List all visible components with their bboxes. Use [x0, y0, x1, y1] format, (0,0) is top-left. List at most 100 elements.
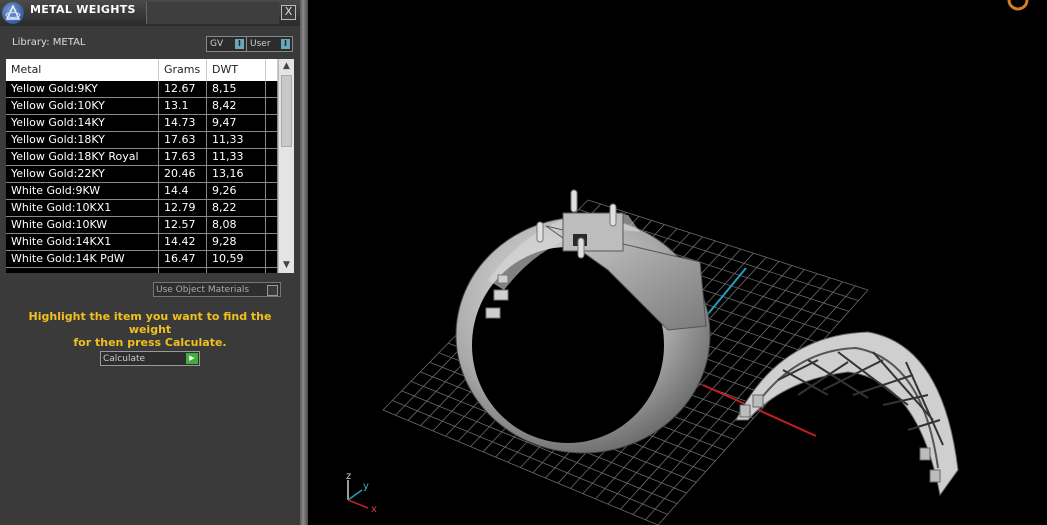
blank-cell [266, 81, 278, 97]
column-header-metal[interactable]: Metal [6, 59, 159, 81]
panel-title: METAL WEIGHTS [30, 3, 136, 16]
metal-cell: White Gold:10KX1 [6, 200, 159, 216]
ring-model [455, 189, 711, 454]
blank-cell [266, 98, 278, 114]
column-header-dwt[interactable]: DWT [207, 59, 266, 81]
use-object-materials-checkbox[interactable]: Use Object Materials [153, 282, 281, 297]
table-row[interactable]: Yellow Gold:14KY 14.73 9,47 [6, 115, 278, 132]
metal-cell: Yellow Gold:14KY [6, 115, 159, 131]
dwt-cell: 9,47 [207, 115, 266, 131]
blank-cell [266, 166, 278, 182]
blank-cell [266, 200, 278, 216]
grams-cell: 17.63 [159, 132, 207, 148]
table-row[interactable]: White Gold:14K PdW 16.47 10,59 [6, 251, 278, 268]
dwt-cell: 8,42 [207, 98, 266, 114]
scroll-thumb[interactable] [281, 75, 292, 147]
dwt-cell: 8,22 [207, 200, 266, 216]
grams-cell [159, 268, 207, 273]
panel-splitter[interactable] [300, 0, 308, 525]
table-header: Metal Grams DWT [6, 59, 278, 82]
dwt-cell [207, 268, 266, 273]
table-row[interactable]: White Gold:10KX1 12.79 8,22 [6, 200, 278, 217]
instruction-line-1: Highlight the item you want to find the … [28, 310, 272, 336]
metal-cell: Yellow Gold:18KY Royal [6, 149, 159, 165]
grams-cell: 14.42 [159, 234, 207, 250]
gv-toggle[interactable]: GV I [206, 36, 247, 52]
table-row[interactable]: White Gold:10KW 12.57 8,08 [6, 217, 278, 234]
grams-cell: 16.47 [159, 251, 207, 267]
column-header-grams[interactable]: Grams [159, 59, 207, 81]
dwt-cell: 8,08 [207, 217, 266, 233]
dwt-cell: 11,33 [207, 132, 266, 148]
table-row[interactable]: Yellow Gold:18KY 17.63 11,33 [6, 132, 278, 149]
use-object-materials-label: Use Object Materials [156, 285, 250, 295]
corner-logo-icon [1007, 0, 1029, 11]
grams-cell: 12.57 [159, 217, 207, 233]
gv-label: GV [210, 39, 224, 49]
grams-cell: 14.73 [159, 115, 207, 131]
metal-cell: White Gold:10KW [6, 217, 159, 233]
grams-cell: 17.63 [159, 149, 207, 165]
panel-titlebar: METAL WEIGHTS X [0, 0, 300, 26]
grams-cell: 14.4 [159, 183, 207, 199]
dwt-cell: 9,26 [207, 183, 266, 199]
table-row[interactable]: Yellow Gold:10KY 13.1 8,42 [6, 98, 278, 115]
instruction-text: Highlight the item you want to find the … [10, 310, 290, 349]
table-row[interactable]: Yellow Gold:18KY Royal 17.63 11,33 [6, 149, 278, 166]
table-row[interactable]: Yellow Gold:9KY 12.67 8,15 [6, 81, 278, 98]
scroll-down-icon[interactable]: ▼ [279, 258, 294, 272]
table-row-partial[interactable] [6, 268, 278, 273]
metal-weights-panel: METAL WEIGHTS X Library: METAL GV I User… [0, 0, 300, 525]
table-scrollbar[interactable]: ▲ ▼ [278, 59, 294, 273]
metal-cell: Yellow Gold:22KY [6, 166, 159, 182]
dwt-cell: 9,28 [207, 234, 266, 250]
user-indicator-icon: I [281, 39, 290, 49]
app-logo-icon [2, 2, 24, 24]
grams-cell: 20.46 [159, 166, 207, 182]
z-axis-label: z [346, 471, 351, 482]
blank-cell [266, 217, 278, 233]
x-axis-label: x [371, 504, 377, 515]
checkbox-box-icon [267, 285, 278, 296]
user-toggle[interactable]: User I [246, 36, 293, 52]
gallery-band-model [735, 331, 959, 497]
calculate-button[interactable]: Calculate ▶ [100, 351, 200, 366]
blank-cell [266, 268, 278, 273]
3d-viewport[interactable]: z y x [308, 0, 1047, 525]
gv-indicator-icon: I [235, 39, 244, 49]
library-label: Library: METAL [12, 37, 86, 48]
blank-cell [266, 234, 278, 250]
metal-cell [6, 268, 159, 273]
metal-cell: White Gold:9KW [6, 183, 159, 199]
titlebar-filler [146, 2, 279, 24]
dwt-cell: 8,15 [207, 81, 266, 97]
y-axis-line [702, 267, 747, 321]
grams-cell: 12.67 [159, 81, 207, 97]
play-arrow-icon: ▶ [186, 353, 198, 364]
blank-cell [266, 183, 278, 199]
dwt-cell: 11,33 [207, 149, 266, 165]
metal-cell: Yellow Gold:9KY [6, 81, 159, 97]
close-button[interactable]: X [281, 5, 296, 20]
column-header-blank [266, 59, 278, 81]
blank-cell [266, 251, 278, 267]
viewport-canvas: z y x [346, 0, 1029, 525]
metal-cell: White Gold:14K PdW [6, 251, 159, 267]
blank-cell [266, 132, 278, 148]
blank-cell [266, 149, 278, 165]
calculate-label: Calculate [103, 354, 146, 364]
dwt-cell: 10,59 [207, 251, 266, 267]
metal-cell: Yellow Gold:18KY [6, 132, 159, 148]
table-row[interactable]: White Gold:14KX1 14.42 9,28 [6, 234, 278, 251]
grams-cell: 12.79 [159, 200, 207, 216]
table-row[interactable]: White Gold:9KW 14.4 9,26 [6, 183, 278, 200]
instruction-line-2: for then press Calculate. [73, 336, 227, 349]
y-axis-label: y [363, 481, 369, 492]
table-row[interactable]: Yellow Gold:22KY 20.46 13,16 [6, 166, 278, 183]
scroll-up-icon[interactable]: ▲ [279, 59, 294, 73]
user-label: User [250, 39, 271, 49]
axis-gizmo: z y x [346, 471, 377, 515]
dwt-cell: 13,16 [207, 166, 266, 182]
metal-cell: Yellow Gold:10KY [6, 98, 159, 114]
blank-cell [266, 115, 278, 131]
